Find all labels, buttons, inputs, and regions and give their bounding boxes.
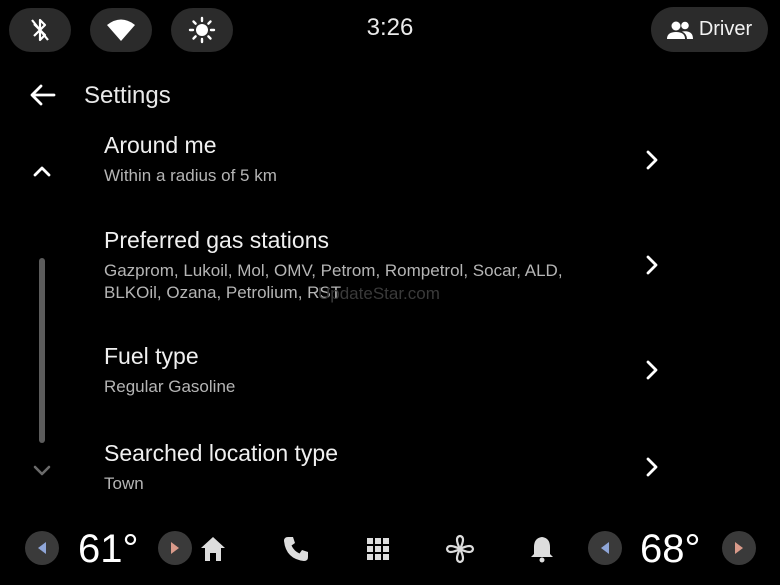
triangle-right-icon <box>171 542 179 554</box>
triangle-left-icon <box>38 542 46 554</box>
page-title: Settings <box>84 82 171 109</box>
profile-icon <box>666 21 693 39</box>
left-temp-up-button[interactable] <box>158 531 192 565</box>
setting-around-me[interactable]: Around me Within a radius of 5 km <box>104 131 714 187</box>
chevron-right-icon[interactable] <box>640 253 664 277</box>
left-temp-down-button[interactable] <box>25 531 59 565</box>
setting-title: Fuel type <box>104 343 199 369</box>
setting-subtitle: Town <box>104 474 144 493</box>
home-icon[interactable] <box>197 533 229 565</box>
setting-title: Preferred gas stations <box>104 227 330 253</box>
left-temperature: 61° <box>78 527 139 571</box>
scroll-up-icon[interactable] <box>30 159 54 183</box>
right-temp-up-button[interactable] <box>722 531 756 565</box>
fan-icon[interactable] <box>444 533 476 565</box>
setting-fuel-type[interactable]: Fuel type Regular Gasoline <box>104 342 714 398</box>
apps-grid-icon[interactable] <box>362 533 394 565</box>
scrollbar-thumb[interactable] <box>39 258 45 443</box>
right-temperature: 68° <box>640 527 701 571</box>
profile-button[interactable]: Driver <box>651 7 768 52</box>
watermark: UpdateStar.com <box>318 284 440 303</box>
setting-title: Around me <box>104 132 217 158</box>
right-temp-down-button[interactable] <box>588 531 622 565</box>
bell-icon[interactable] <box>526 533 558 565</box>
chevron-right-icon[interactable] <box>640 358 664 382</box>
phone-icon[interactable] <box>280 533 312 565</box>
setting-subtitle: Within a radius of 5 km <box>104 166 277 185</box>
profile-label: Driver <box>698 18 753 40</box>
setting-subtitle: Regular Gasoline <box>104 377 236 396</box>
scroll-down-icon[interactable] <box>30 459 54 483</box>
chevron-right-icon[interactable] <box>640 148 664 172</box>
triangle-right-icon <box>735 542 743 554</box>
setting-searched-location-type[interactable]: Searched location type Town <box>104 439 714 495</box>
back-arrow-icon[interactable] <box>28 80 58 110</box>
triangle-left-icon <box>601 542 609 554</box>
setting-title: Searched location type <box>104 440 338 466</box>
chevron-right-icon[interactable] <box>640 455 664 479</box>
